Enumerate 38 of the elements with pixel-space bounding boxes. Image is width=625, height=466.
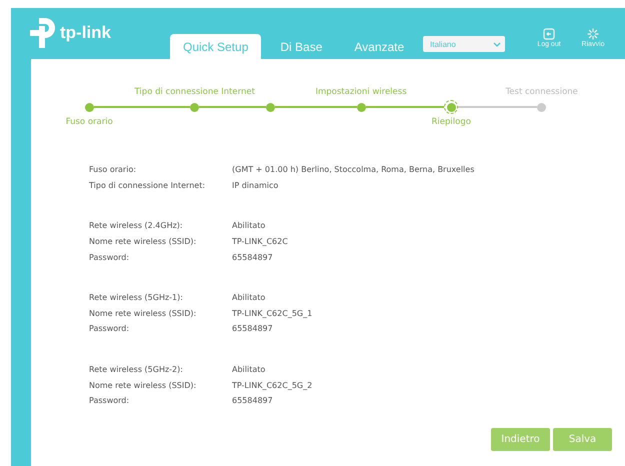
field-value: Abilitato: [232, 221, 266, 230]
field-value: Abilitato: [232, 293, 266, 302]
language-select[interactable]: Italiano: [423, 36, 505, 52]
field-value: TP-LINK_C62C: [232, 237, 289, 246]
logo-text: tp-link: [60, 23, 111, 43]
step-label: Test connessione: [506, 87, 578, 97]
save-button[interactable]: Salva: [553, 428, 612, 451]
field-value: TP-LINK_C62C_5G_1: [232, 308, 314, 318]
field-label: Rete wireless (5GHz-2):: [89, 365, 184, 374]
field-label: Password:: [89, 324, 130, 334]
field-label: Tipo di connessione Internet:: [89, 180, 206, 190]
field-label: Rete wireless (5GHz-1):: [89, 293, 184, 302]
logo-icon: [30, 18, 56, 48]
field-value: TP-LINK_C62C_5G_2: [232, 380, 314, 390]
field-label: Nome rete wireless (SSID):: [89, 380, 198, 390]
reboot-icon: [587, 28, 599, 40]
field-label: Nome rete wireless (SSID):: [89, 308, 198, 318]
field-label: Fuso orario:: [89, 165, 138, 174]
step-label: Tipo di connessione Internet: [134, 87, 255, 97]
nav-tab[interactable]: Quick Setup: [170, 34, 262, 59]
chevron-icon: [493, 42, 501, 46]
field-value: IP dinamico: [232, 180, 280, 190]
field-label: Rete wireless (2.4GHz):: [89, 221, 184, 230]
nav-tab[interactable]: Avanzate: [341, 34, 418, 59]
field-value: (GMT + 01.00 h) Berlino, Stoccolma, Roma, Berna, Bruxelles: [232, 165, 476, 174]
back-button[interactable]: Indietro: [491, 428, 550, 451]
field-value: Abilitato: [232, 365, 266, 374]
field-value: 65584897: [232, 324, 274, 334]
step-label: Impostazioni wireless: [316, 87, 407, 97]
field-label: Password:: [89, 396, 130, 406]
nav-tab[interactable]: Di Base: [265, 34, 338, 59]
step-label: Riepilogo: [432, 117, 471, 127]
field-label: Nome rete wireless (SSID):: [89, 237, 198, 246]
field-label: Password:: [89, 252, 130, 262]
field-value: 65584897: [232, 396, 274, 406]
logout-icon: [543, 28, 555, 40]
step-label: Fuso orario: [66, 117, 113, 127]
field-value: 65584897: [232, 252, 274, 262]
